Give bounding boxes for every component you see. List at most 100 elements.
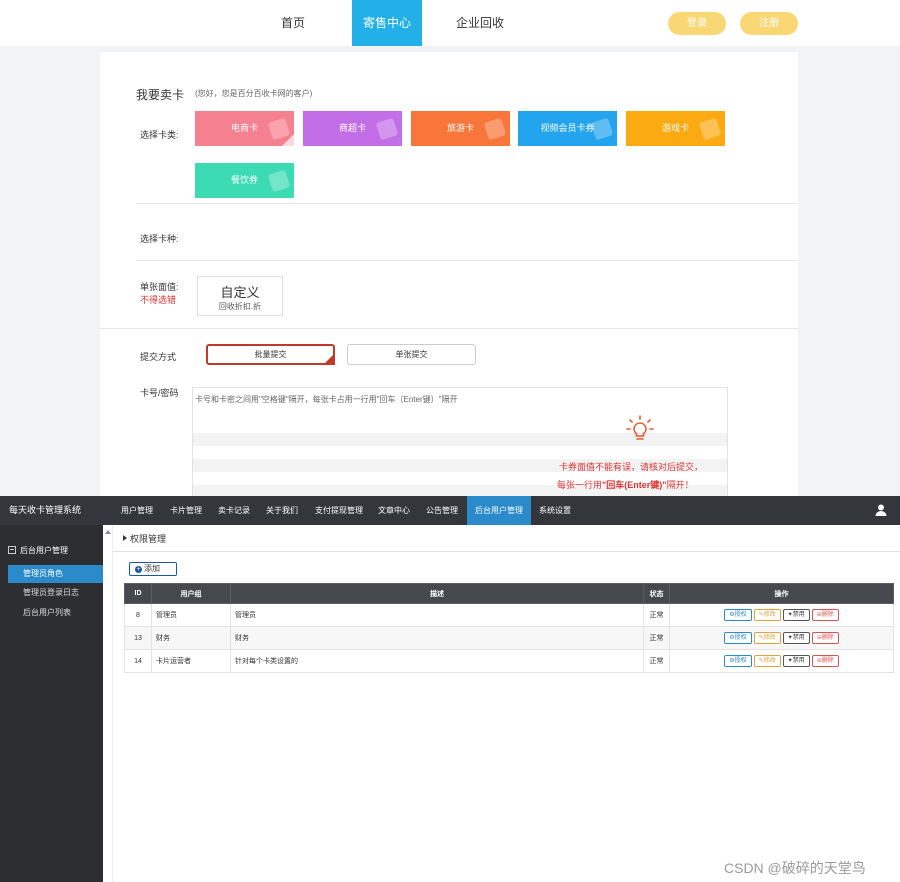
cell-desc: 管理员 bbox=[230, 603, 644, 627]
card-password-textarea[interactable]: 卡号和卡密之间用"空格键"隔开，每张卡占用一行用"回车（Enter键）"隔开 卡… bbox=[192, 387, 728, 496]
cell-group: 卡片运营者 bbox=[151, 649, 231, 673]
card-type-supermarket[interactable]: 商超卡 bbox=[303, 111, 402, 146]
cell-actions: ⚙授权 ✎修改 ✦禁用 ⊖删除 bbox=[669, 649, 894, 673]
nav-home[interactable]: 首页 bbox=[268, 0, 318, 46]
scrollbar[interactable] bbox=[103, 525, 113, 882]
user-icon[interactable] bbox=[874, 503, 888, 517]
plus-icon: + bbox=[135, 566, 142, 573]
disable-label: 禁用 bbox=[792, 658, 805, 664]
authorize-button[interactable]: ⚙授权 bbox=[724, 609, 752, 621]
face-value-warning: 不得选错 bbox=[140, 295, 177, 305]
submit-method-label: 提交方式 bbox=[140, 352, 177, 362]
table-row: 13 财务 财务 正常 ⚙授权 ✎修改 ✦禁用 ⊖删除 bbox=[124, 626, 894, 650]
tip-line-1: 卡券面值不能有误，请核对后提交， bbox=[559, 462, 704, 472]
divider bbox=[136, 260, 798, 261]
delete-button[interactable]: ⊖删除 bbox=[811, 632, 839, 644]
admin-sidebar: 后台用户管理 管理员角色 管理员登录日志 后台用户列表 bbox=[0, 525, 103, 882]
authorize-button[interactable]: ⚙授权 bbox=[724, 632, 752, 644]
admin-nav-notices[interactable]: 公告管理 bbox=[420, 496, 464, 525]
sidebar-group-label: 后台用户管理 bbox=[20, 546, 68, 555]
add-button-label: 添加 bbox=[144, 564, 160, 573]
edit-label: 修改 bbox=[763, 612, 776, 618]
sidebar-item-login-log[interactable]: 管理员登录日志 bbox=[8, 584, 103, 602]
card-icon bbox=[590, 117, 614, 141]
admin-nav-about[interactable]: 关于我们 bbox=[260, 496, 304, 525]
cell-actions: ⚙授权 ✎修改 ✦禁用 ⊖删除 bbox=[669, 603, 894, 627]
col-group: 用户组 bbox=[151, 583, 231, 604]
admin-nav-cards[interactable]: 卡片管理 bbox=[164, 496, 208, 525]
cell-id: 8 bbox=[124, 603, 152, 627]
section-title: 权限管理 bbox=[123, 532, 166, 545]
delete-button[interactable]: ⊖删除 bbox=[811, 655, 839, 667]
single-submit-button[interactable]: 单张提交 bbox=[347, 344, 476, 365]
card-icon bbox=[375, 117, 399, 141]
nav-sell-center[interactable]: 寄售中心 bbox=[352, 0, 422, 46]
edit-button[interactable]: ✎修改 bbox=[753, 609, 781, 621]
admin-header: 每天收卡管理系统 用户管理 卡片管理 卖卡记录 关于我们 支付提现管理 文章中心… bbox=[0, 496, 900, 525]
card-type-video[interactable]: 视频会员卡券 bbox=[518, 111, 617, 146]
batch-submit-button[interactable]: 批量提交 bbox=[206, 344, 335, 365]
col-actions: 操作 bbox=[669, 583, 894, 604]
card-type-label-text: 商超卡 bbox=[338, 123, 366, 133]
corner-check-icon bbox=[282, 134, 294, 146]
disable-button[interactable]: ✦禁用 bbox=[782, 655, 810, 667]
cell-group: 管理员 bbox=[151, 603, 231, 627]
custom-discount: 回收折扣.折 bbox=[218, 302, 262, 311]
table-row: 8 管理员 管理员 正常 ⚙授权 ✎修改 ✦禁用 ⊖删除 bbox=[124, 603, 894, 627]
admin-nav-sell-records[interactable]: 卖卡记录 bbox=[212, 496, 256, 525]
cell-actions: ⚙授权 ✎修改 ✦禁用 ⊖删除 bbox=[669, 626, 894, 650]
card-icon bbox=[483, 117, 507, 141]
admin-nav-backend-users[interactable]: 后台用户管理 bbox=[467, 496, 531, 525]
disable-button[interactable]: ✦禁用 bbox=[782, 609, 810, 621]
cell-group: 财务 bbox=[151, 626, 231, 650]
delete-button[interactable]: ⊖删除 bbox=[811, 609, 839, 621]
authorize-button[interactable]: ⚙授权 bbox=[724, 655, 752, 667]
col-id: ID bbox=[124, 583, 152, 604]
delete-label: 删除 bbox=[821, 612, 834, 618]
admin-nav-users[interactable]: 用户管理 bbox=[115, 496, 159, 525]
login-button[interactable]: 登录 bbox=[668, 12, 726, 35]
card-type-game[interactable]: 游戏卡 bbox=[626, 111, 725, 146]
card-type-label-text: 餐饮券 bbox=[230, 175, 258, 185]
tip-suffix: 隔开！ bbox=[666, 480, 694, 490]
card-icon bbox=[267, 169, 291, 193]
nav-enterprise-recycle[interactable]: 企业回收 bbox=[448, 0, 512, 46]
cell-status: 正常 bbox=[643, 649, 670, 673]
add-button[interactable]: + 添加 bbox=[129, 562, 177, 576]
cell-id: 13 bbox=[124, 626, 152, 650]
cell-status: 正常 bbox=[643, 626, 670, 650]
divider bbox=[136, 203, 798, 204]
card-type-dining[interactable]: 餐饮券 bbox=[195, 163, 294, 198]
admin-nav-articles[interactable]: 文章中心 bbox=[372, 496, 416, 525]
admin-nav-payments[interactable]: 支付提现管理 bbox=[309, 496, 369, 525]
sidebar-item-admin-roles[interactable]: 管理员角色 bbox=[8, 565, 103, 583]
col-desc: 描述 bbox=[230, 583, 644, 604]
sell-title: 我要卖卡 bbox=[136, 88, 185, 102]
edit-button[interactable]: ✎修改 bbox=[753, 632, 781, 644]
sidebar-item-user-list[interactable]: 后台用户列表 bbox=[8, 604, 103, 622]
disable-label: 禁用 bbox=[792, 635, 805, 641]
divider bbox=[113, 551, 900, 552]
card-type-ecommerce[interactable]: 电商卡 bbox=[195, 111, 294, 146]
tip-prefix: 每张一行用 bbox=[557, 480, 603, 490]
edit-button[interactable]: ✎修改 bbox=[753, 655, 781, 667]
edit-label: 修改 bbox=[763, 658, 776, 664]
cell-id: 14 bbox=[124, 649, 152, 673]
cell-desc: 财务 bbox=[230, 626, 644, 650]
card-type-label: 选择卡类: bbox=[140, 130, 179, 140]
custom-face-value-option[interactable]: 自定义 回收折扣.折 bbox=[197, 276, 283, 316]
cell-status: 正常 bbox=[643, 603, 670, 627]
card-type-label-text: 电商卡 bbox=[230, 123, 258, 133]
sell-subtitle: (您好，您是百分百收卡网的客户) bbox=[195, 89, 313, 98]
collapse-icon bbox=[8, 546, 16, 554]
permission-table: ID 用户组 描述 状态 操作 8 管理员 管理员 正常 ⚙授权 ✎修改 ✦禁用 ⊖删… bbox=[124, 583, 894, 673]
sidebar-group[interactable]: 后台用户管理 bbox=[8, 545, 68, 556]
authorize-label: 授权 bbox=[734, 658, 747, 664]
delete-label: 删除 bbox=[821, 635, 834, 641]
authorize-label: 授权 bbox=[734, 635, 747, 641]
register-button[interactable]: 注册 bbox=[740, 12, 798, 35]
card-password-label: 卡号/密码 bbox=[140, 388, 179, 398]
admin-nav-settings[interactable]: 系统设置 bbox=[533, 496, 577, 525]
card-type-travel[interactable]: 旅游卡 bbox=[411, 111, 510, 146]
disable-button[interactable]: ✦禁用 bbox=[782, 632, 810, 644]
